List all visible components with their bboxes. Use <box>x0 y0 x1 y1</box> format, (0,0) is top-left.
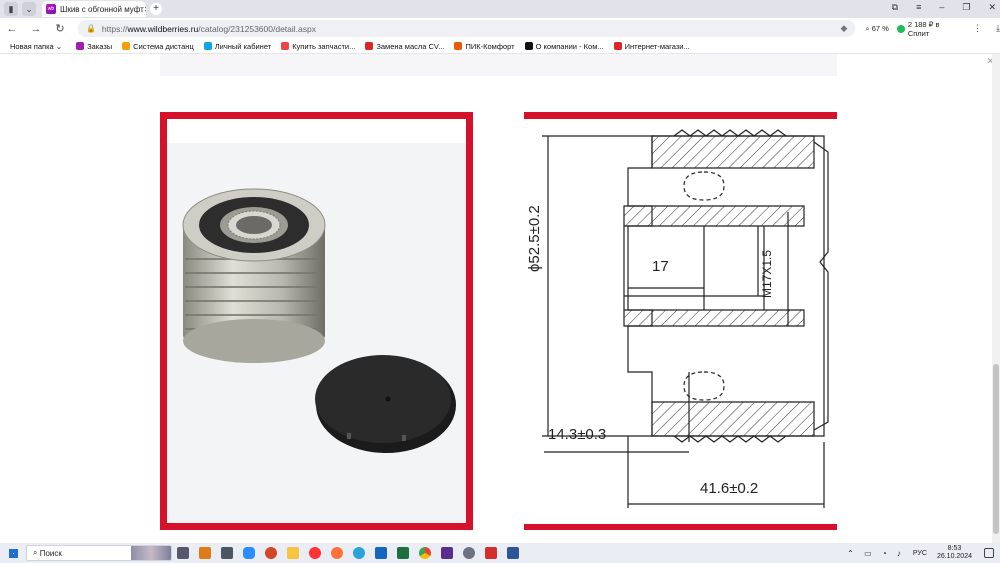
site-icon <box>365 42 374 50</box>
scrollbar[interactable] <box>992 54 1000 543</box>
new-tab-button[interactable]: + <box>150 3 162 15</box>
search-highlight-image <box>131 546 171 560</box>
minimize-icon[interactable]: – <box>939 2 944 13</box>
tray-icons[interactable]: ⌃ ▭ ◔ ♪ <box>847 549 905 558</box>
lock-icon: 🔒 <box>85 24 96 33</box>
menu-icon[interactable]: ≡ <box>916 2 921 13</box>
clock-time: 8:53 <box>947 545 962 552</box>
start-button[interactable] <box>0 543 26 563</box>
site-icon <box>122 42 131 50</box>
file-explorer-icon[interactable] <box>282 543 304 563</box>
site-icon <box>613 42 622 50</box>
dim-diameter: ϕ52.5±0.2 <box>526 205 543 272</box>
back-icon[interactable]: ← <box>0 23 24 35</box>
drawing-svg <box>542 129 829 508</box>
task-view-icon[interactable] <box>172 543 194 563</box>
active-tab[interactable]: wb Шкив с обгонной муфт ✕ <box>42 1 146 17</box>
maximize-icon[interactable]: ❐ <box>962 2 970 13</box>
product-photo <box>167 143 466 523</box>
yandex-browser-icon[interactable] <box>304 543 326 563</box>
zoom-app-icon[interactable] <box>238 543 260 563</box>
close-window-icon[interactable]: ✕ <box>988 2 996 13</box>
bookmark-item[interactable]: Личный кабинет <box>203 42 271 51</box>
scrollbar-thumb[interactable] <box>993 364 999 534</box>
bookmark-item[interactable]: О компании - Ком... <box>524 42 604 51</box>
url-path: /catalog/231253600/detail.aspx <box>198 23 316 34</box>
calculator-icon[interactable] <box>216 543 238 563</box>
technical-drawing-card[interactable]: ϕ52.5±0.2 M17X1.5 17 14.3±0.3 41.6±0.2 <box>524 112 837 530</box>
sidebar-toggle-icon[interactable]: ▮ <box>4 2 18 16</box>
taskbar-search[interactable]: ⌕ Поиск <box>26 545 172 561</box>
top-gray-strip <box>160 54 837 76</box>
system-tray: ⌃ ▭ ◔ ♪ РУС 8:53 26.10.2024 <box>847 545 1000 561</box>
reload-icon[interactable]: ↻ <box>48 22 72 35</box>
close-tab-icon[interactable]: ✕ <box>144 5 146 14</box>
site-icon <box>203 42 212 50</box>
dim-thread: M17X1.5 <box>760 249 774 298</box>
pdf-icon[interactable] <box>480 543 502 563</box>
split-icon <box>896 24 905 33</box>
chart-app-icon[interactable] <box>370 543 392 563</box>
windows-icon <box>8 548 18 558</box>
url-field[interactable]: 🔒 https:// www.wildberries.ru /catalog/2… <box>77 20 856 37</box>
clock[interactable]: 8:53 26.10.2024 <box>937 545 972 561</box>
bookmark-item[interactable]: Интернет-магази... <box>613 42 690 51</box>
site-icon <box>281 42 290 50</box>
site-icon <box>524 42 533 50</box>
dim-length: 41.6±0.2 <box>700 480 759 497</box>
search-label: Поиск <box>39 548 62 558</box>
bookmark-folder[interactable]: Новая папка ⌄ <box>10 42 62 51</box>
media-player-icon[interactable] <box>194 543 216 563</box>
word-icon[interactable] <box>502 543 524 563</box>
bookmark-item[interactable]: Замена масла CV... <box>365 42 444 51</box>
more-icon[interactable]: ⋮ <box>973 23 982 34</box>
collections-icon[interactable]: ⧉ <box>892 2 898 13</box>
bookmark-icon[interactable]: ◆ <box>841 23 848 34</box>
split-badge[interactable]: 2 188 ₽ в Сплит <box>896 20 963 38</box>
bookmark-item[interactable]: ПИК-Комфорт <box>454 42 515 51</box>
pulley-image <box>182 188 456 453</box>
powerpoint-icon[interactable] <box>260 543 282 563</box>
excel-icon[interactable] <box>392 543 414 563</box>
site-icon <box>454 42 463 50</box>
bookmarks-bar: Новая папка ⌄ Заказы Система дистанц Лич… <box>0 39 1000 54</box>
windows-taskbar: ⌕ Поиск ⌃ ▭ ◔ ♪ РУС 8:53 26.10.2024 <box>0 543 1000 563</box>
telegram-icon[interactable] <box>348 543 370 563</box>
tab-title: Шкив с обгонной муфт <box>60 4 144 14</box>
download-icon[interactable]: ⤓ <box>996 23 1000 34</box>
address-bar-row: ← → ↻ 🔒 https:// www.wildberries.ru /cat… <box>0 18 1000 39</box>
browser-tab-bar: ▮ ⌄ wb Шкив с обгонной муфт ✕ + ⧉ ≡ – ❐ … <box>0 0 1000 18</box>
bookmark-item[interactable]: Заказы <box>76 42 112 51</box>
red-bar-bottom <box>524 524 837 530</box>
bookmark-item[interactable]: Система дистанц <box>122 42 194 51</box>
dim-depth: 17 <box>652 258 669 275</box>
notification-icon[interactable] <box>984 548 994 558</box>
firefox-icon[interactable] <box>326 543 348 563</box>
chrome-icon[interactable] <box>414 543 436 563</box>
network-app-icon[interactable] <box>458 543 480 563</box>
wb-icon: wb <box>46 4 56 14</box>
dim-offset: 14.3±0.3 <box>548 426 607 443</box>
forward-icon[interactable]: → <box>24 23 48 35</box>
window-controls: ⧉ ≡ – ❐ ✕ <box>892 2 996 13</box>
tab-list-chevron-icon[interactable]: ⌄ <box>22 2 36 16</box>
url-host: www.wildberries.ru <box>127 23 199 34</box>
visual-studio-icon[interactable] <box>436 543 458 563</box>
wb-icon <box>76 42 85 50</box>
clock-date: 26.10.2024 <box>936 553 972 560</box>
language-indicator[interactable]: РУС <box>913 550 927 557</box>
zoom-indicator[interactable]: ⌕ 67 % <box>865 24 888 34</box>
bookmark-item[interactable]: Купить запчасти... <box>281 42 355 51</box>
url-prefix: https:// <box>101 23 128 34</box>
product-photo-card[interactable] <box>160 112 473 530</box>
page-content: ✕ ϕ52.5±0.2 M17X1.5 17 14.3±0.3 41.6±0.2 <box>0 54 1000 543</box>
